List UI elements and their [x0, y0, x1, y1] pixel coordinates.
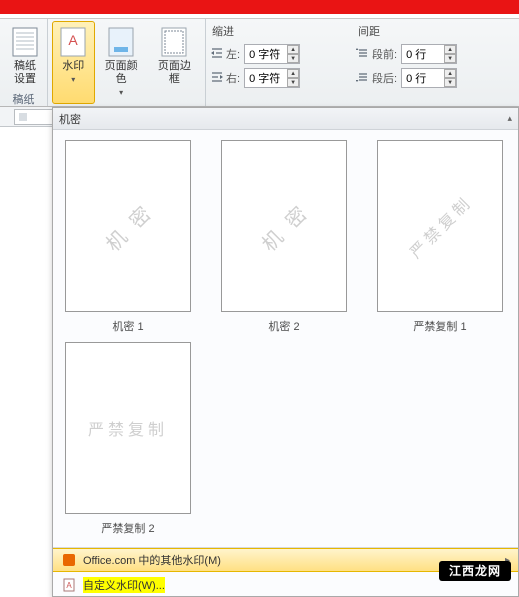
- chevron-down-icon: ▾: [71, 75, 75, 84]
- spin-down[interactable]: ▼: [444, 78, 456, 87]
- gallery-item[interactable]: 机 密 机密 1: [65, 140, 191, 334]
- space-after-label: 段后:: [372, 70, 397, 86]
- spin-down[interactable]: ▼: [444, 54, 456, 63]
- spin-up[interactable]: ▲: [444, 45, 456, 54]
- gallery-caption: 严禁复制 1: [413, 318, 466, 334]
- gallery-collapse-icon[interactable]: ▴: [507, 113, 512, 124]
- custom-watermark-icon: A: [61, 577, 77, 593]
- gallery-item[interactable]: 严禁复制 严禁复制 2: [65, 342, 191, 536]
- office-icon: [61, 552, 77, 568]
- group-draft-label: 稿纸: [4, 91, 43, 109]
- gallery-caption: 机密 2: [268, 318, 299, 334]
- gallery-caption: 严禁复制 2: [101, 520, 154, 536]
- watermark-preview-text: 严禁复制: [88, 416, 168, 440]
- svg-text:A: A: [66, 581, 72, 590]
- watermark-gallery: 机密 ▴ 机 密 机密 1 机 密 机密 2 严禁复制 严禁复制 1 严禁复制 …: [52, 107, 519, 597]
- custom-watermark-label: 自定义水印(W)...: [83, 577, 165, 593]
- indent-title: 缩进: [210, 21, 348, 43]
- watermark-preview-text: 机 密: [254, 196, 315, 257]
- watermark-button[interactable]: A 水印 ▾: [52, 21, 95, 104]
- draft-settings-button[interactable]: 稿纸 设置: [4, 21, 46, 91]
- chevron-down-icon: ▾: [119, 88, 123, 97]
- watermark-preview-text: 机 密: [98, 196, 159, 257]
- spin-up[interactable]: ▲: [287, 45, 299, 54]
- page-color-icon: [105, 26, 137, 58]
- draft-settings-label: 稿纸 设置: [14, 60, 36, 86]
- draft-icon: [9, 26, 41, 58]
- page-border-icon: [158, 26, 190, 58]
- spin-down[interactable]: ▼: [287, 78, 299, 87]
- page-border-button[interactable]: 页面边框: [148, 21, 201, 104]
- page-color-label: 页面颜色: [105, 60, 138, 85]
- spin-up[interactable]: ▲: [287, 69, 299, 78]
- spacing-title: 间距: [356, 21, 508, 43]
- indent-left-label: 左:: [226, 46, 240, 62]
- svg-text:A: A: [69, 32, 79, 48]
- space-before-icon: [356, 47, 370, 61]
- gallery-caption: 机密 1: [112, 318, 143, 334]
- page-color-button[interactable]: 页面颜色 ▾: [95, 21, 148, 104]
- gallery-item[interactable]: 机 密 机密 2: [221, 140, 347, 334]
- watermark-preview-text: 严禁复制: [403, 189, 477, 263]
- space-before-label: 段前:: [372, 46, 397, 62]
- indent-right-label: 右:: [226, 70, 240, 86]
- watermark-label: 水印: [62, 60, 84, 72]
- indent-right-icon: [210, 71, 224, 85]
- spin-down[interactable]: ▼: [287, 54, 299, 63]
- watermark-icon: A: [57, 26, 89, 58]
- page-border-label: 页面边框: [155, 60, 194, 86]
- site-watermark: 江西龙网: [439, 562, 511, 579]
- spin-up[interactable]: ▲: [444, 69, 456, 78]
- space-after-icon: [356, 71, 370, 85]
- gallery-item[interactable]: 严禁复制 严禁复制 1: [377, 140, 503, 334]
- more-office-label: Office.com 中的其他水印(M): [83, 552, 221, 568]
- gallery-title: 机密: [59, 111, 81, 127]
- indent-left-icon: [210, 47, 224, 61]
